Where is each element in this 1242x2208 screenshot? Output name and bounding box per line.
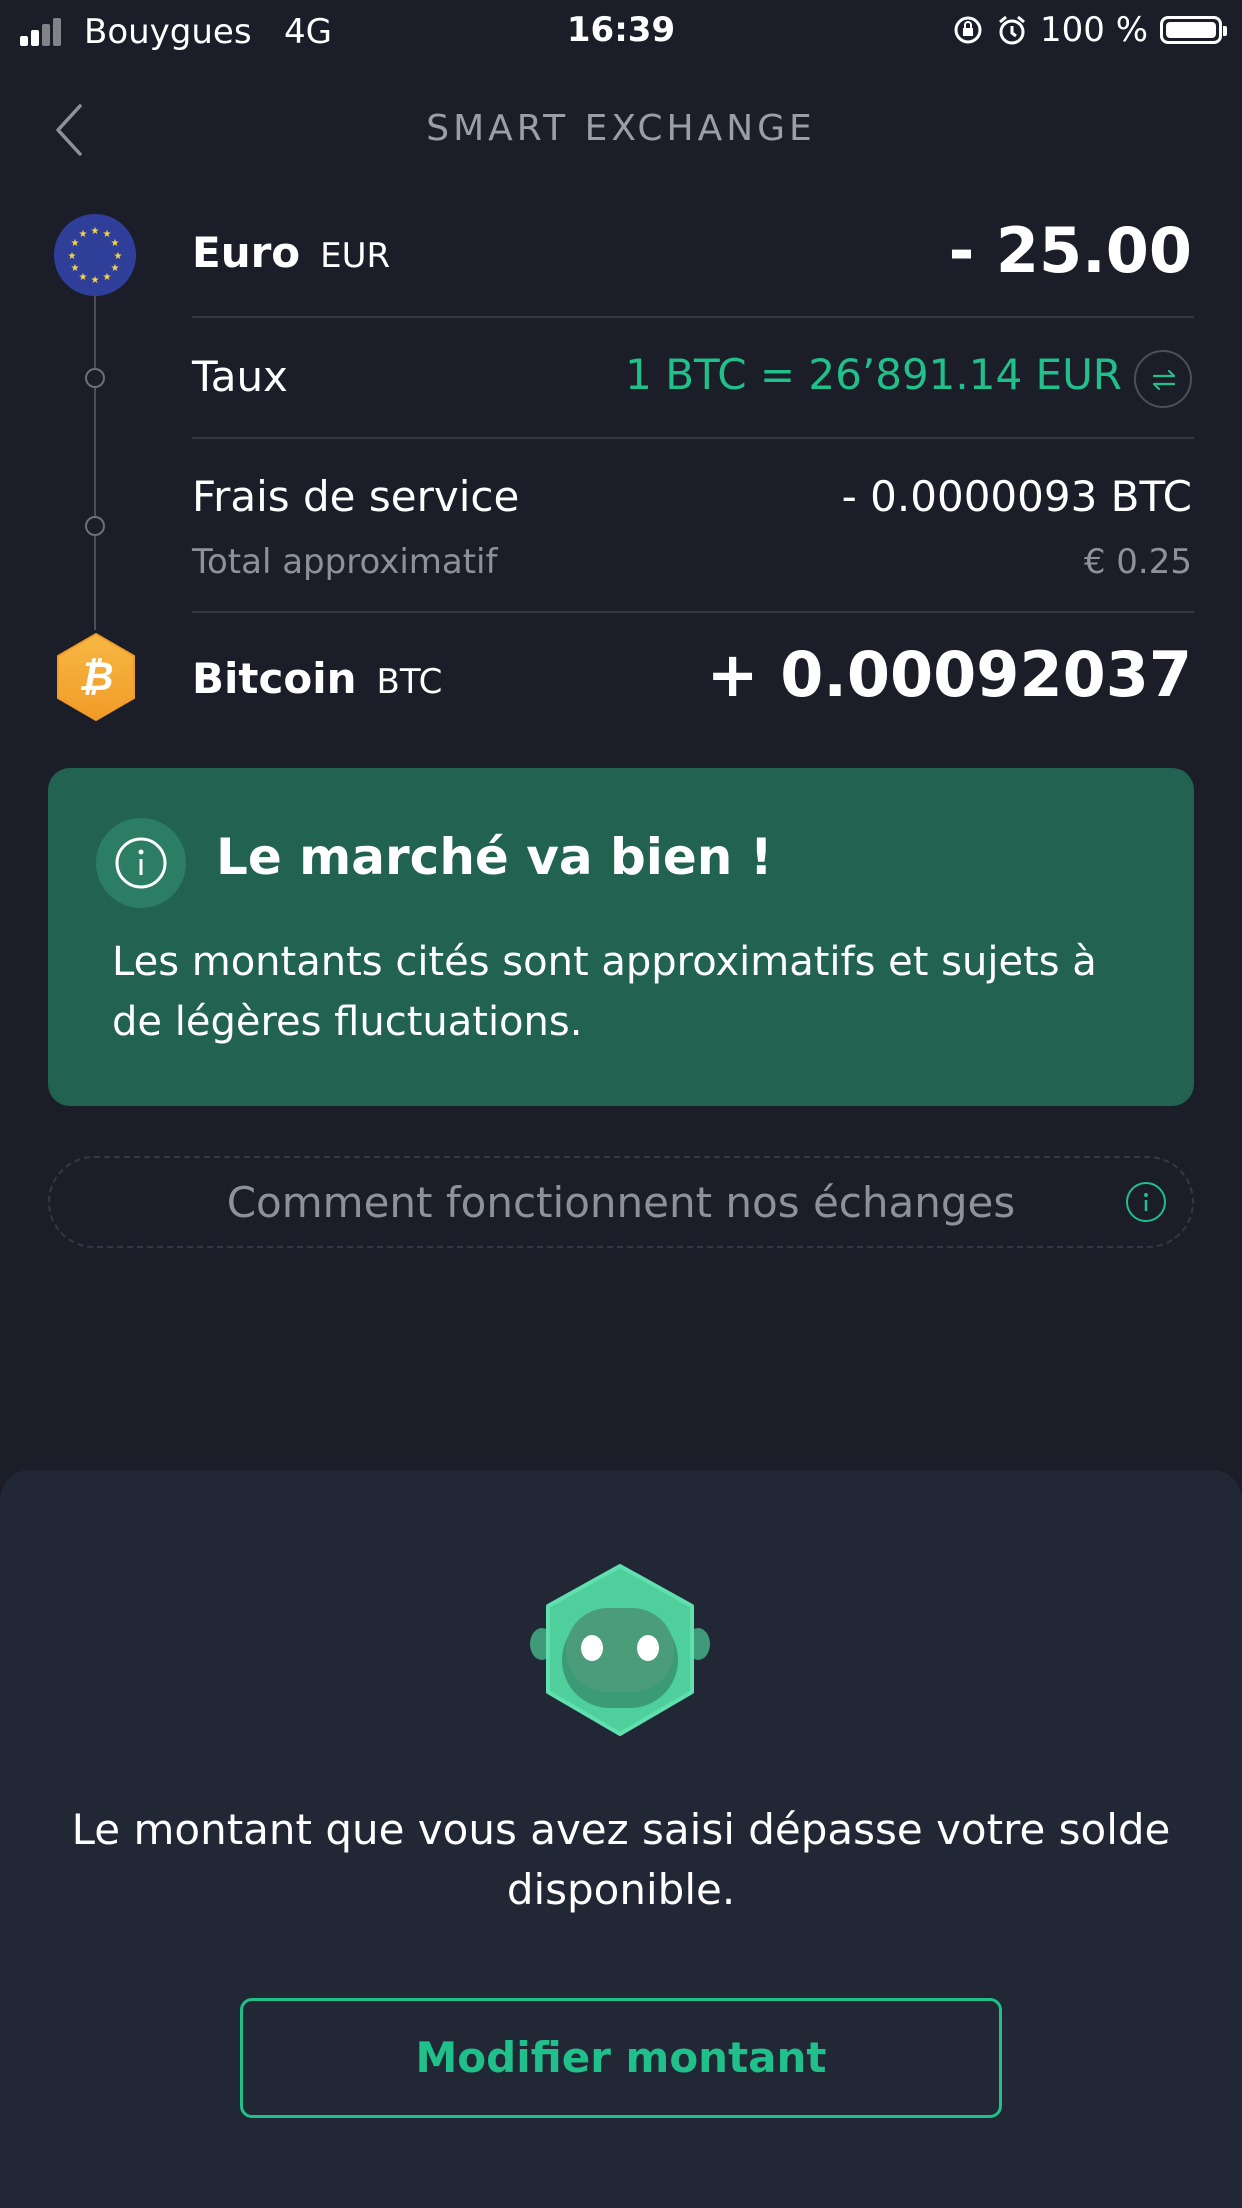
card-body: Les montants cités sont approximatifs et…: [112, 939, 1097, 1045]
battery-percent: 100 %: [1039, 10, 1148, 50]
info-icon[interactable]: [1126, 1182, 1166, 1222]
svg-text:★: ★: [71, 263, 80, 274]
info-icon: [96, 818, 186, 908]
to-currency-code: BTC: [376, 662, 443, 702]
rotation-lock-icon: [954, 16, 982, 44]
battery-icon: [1160, 16, 1227, 44]
total-label: Total approximatif: [192, 542, 498, 582]
svg-text:★: ★: [103, 272, 112, 283]
alarm-icon: [999, 15, 1025, 45]
from-currency: Euro EUR: [192, 228, 390, 277]
fee-value: - 0.0000093 BTC: [841, 472, 1192, 521]
status-bar: Bouygues 4G 16:39 100 %: [0, 0, 1242, 64]
swap-icon: [1152, 369, 1176, 391]
euro-flag-icon: ★ ★★ ★★★ ★★★ ★★★: [54, 214, 136, 296]
how-it-works-label[interactable]: Comment fonctionnent nos échanges: [48, 1178, 1194, 1227]
divider: [192, 316, 1194, 318]
from-currency-code: EUR: [320, 236, 391, 276]
fee-label: Frais de service: [192, 472, 520, 521]
svg-text:₿: ₿: [78, 654, 113, 700]
total-value: € 0.25: [1083, 542, 1192, 582]
to-currency-name: Bitcoin: [192, 654, 357, 703]
bitcoin-icon: ₿: [57, 633, 135, 721]
svg-text:★: ★: [68, 251, 77, 262]
rate-label: Taux: [192, 352, 288, 401]
svg-text:★: ★: [91, 226, 100, 237]
rate-value: 1 BTC = 26’891.14 EUR: [625, 350, 1122, 399]
svg-text:★: ★: [79, 229, 88, 240]
svg-text:★: ★: [111, 238, 120, 249]
timeline-line: [94, 290, 96, 630]
to-currency: Bitcoin BTC: [192, 654, 442, 703]
to-amount: + 0.00092037: [706, 638, 1192, 711]
card-title: Le marché va bien !: [216, 828, 773, 886]
swap-button[interactable]: [1134, 350, 1192, 408]
from-currency-name: Euro: [192, 228, 301, 277]
svg-text:★: ★: [111, 263, 120, 274]
timeline-dot: [85, 516, 105, 536]
status-right: 100 %: [952, 10, 1227, 50]
modify-amount-button[interactable]: Modifier montant: [240, 1998, 1002, 2118]
error-message: Le montant que vous avez saisi dépasse v…: [71, 1805, 1171, 1914]
divider: [192, 611, 1194, 613]
svg-text:★: ★: [91, 275, 100, 286]
divider: [192, 437, 1194, 439]
timeline-dot: [85, 368, 105, 388]
svg-text:★: ★: [79, 272, 88, 283]
page-title: SMART EXCHANGE: [426, 108, 816, 149]
from-amount: - 25.00: [948, 214, 1192, 287]
robot-icon: [530, 1564, 710, 1736]
svg-text:★: ★: [114, 251, 123, 262]
